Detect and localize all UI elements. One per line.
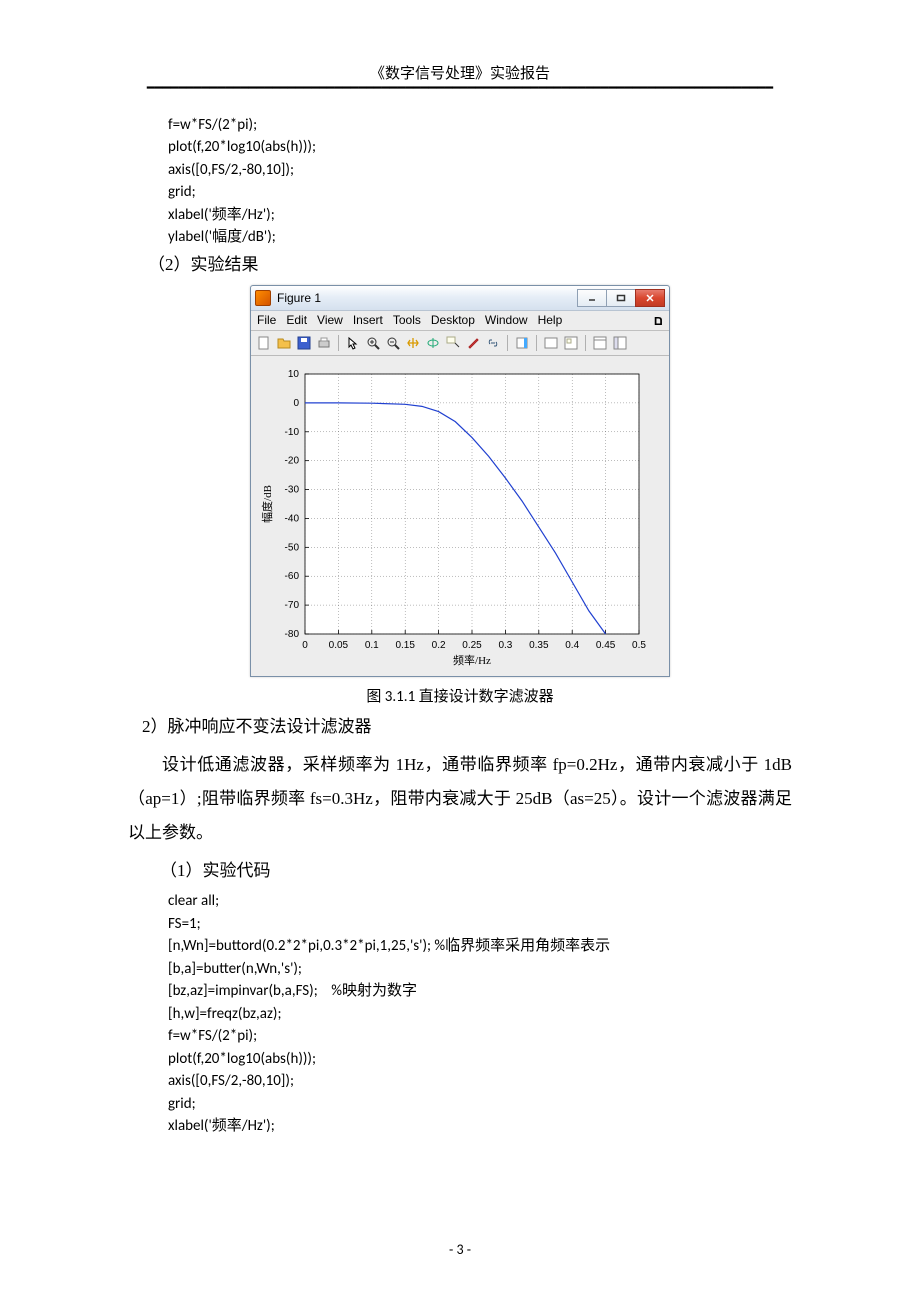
menu-help[interactable]: Help xyxy=(538,313,563,328)
menu-desktop[interactable]: Desktop xyxy=(431,313,475,328)
minimize-button[interactable] xyxy=(577,289,607,307)
code-line: grid; xyxy=(168,1093,792,1116)
maximize-button[interactable] xyxy=(606,289,636,307)
code-line: plot(f,20*log10(abs(h))); xyxy=(168,136,792,159)
svg-text:-40: -40 xyxy=(285,514,300,525)
open-folder-icon[interactable] xyxy=(275,334,293,352)
code-line: axis([0,FS/2,-80,10]); xyxy=(168,159,792,182)
svg-text:-20: -20 xyxy=(285,456,300,467)
hide-tools-icon[interactable] xyxy=(591,334,609,352)
header-rule: ━━━━━━━━━━━━━━━━━━━━━━━━━━━━━━━━━━━━━━━━… xyxy=(128,85,792,92)
print-icon[interactable] xyxy=(315,334,333,352)
paragraph-1: 设计低通滤波器，采样频率为 1Hz，通带临界频率 fp=0.2Hz，通带内衰减小… xyxy=(128,748,792,850)
code-line: [b,a]=butter(n,Wn,'s'); xyxy=(168,958,792,981)
plot-canvas[interactable]: 0 0.05 0.1 0.15 0.2 0.25 0.3 0.35 0.4 0.45 0.5 -80 -… xyxy=(251,356,669,676)
svg-text:0: 0 xyxy=(293,398,299,409)
svg-text:频率/Hz: 频率/Hz xyxy=(453,653,491,667)
chart-plot: 0 0.05 0.1 0.15 0.2 0.25 0.3 0.35 0.4 0.45 0.5 -80 -… xyxy=(257,364,653,670)
svg-text:0.1: 0.1 xyxy=(365,640,379,651)
show-tools-icon[interactable] xyxy=(611,334,629,352)
section-code-label: （1）实验代码 xyxy=(160,854,792,888)
svg-text:0: 0 xyxy=(302,640,308,651)
window-titlebar[interactable]: Figure 1 xyxy=(251,286,669,311)
toolbar-separator xyxy=(536,335,537,351)
code-line: f=w*FS/(2*pi); xyxy=(168,114,792,137)
pointer-icon[interactable] xyxy=(344,334,362,352)
menu-tools[interactable]: Tools xyxy=(393,313,421,328)
code-line: f=w*FS/(2*pi); xyxy=(168,1025,792,1048)
toolbar-separator xyxy=(507,335,508,351)
code-line: xlabel('频率/Hz'); xyxy=(168,204,792,227)
code-line: [bz,az]=impinvar(b,a,FS); %映射为数字 xyxy=(168,980,792,1003)
menu-insert[interactable]: Insert xyxy=(353,313,383,328)
menu-edit[interactable]: Edit xyxy=(286,313,307,328)
menubar: File Edit View Insert Tools Desktop Wind… xyxy=(251,311,669,331)
menu-window[interactable]: Window xyxy=(485,313,528,328)
svg-text:0.3: 0.3 xyxy=(498,640,512,651)
code-line: grid; xyxy=(168,181,792,204)
svg-text:0.5: 0.5 xyxy=(632,640,646,651)
save-icon[interactable] xyxy=(295,334,313,352)
new-file-icon[interactable] xyxy=(255,334,273,352)
svg-text:-50: -50 xyxy=(285,543,300,554)
svg-text:幅度/dB: 幅度/dB xyxy=(260,485,274,523)
code-block-2: clear all; FS=1; [n,Wn]=buttord(0.2*2*pi… xyxy=(168,890,792,1138)
svg-text:0.35: 0.35 xyxy=(529,640,549,651)
svg-text:-30: -30 xyxy=(285,485,300,496)
link-icon[interactable] xyxy=(484,334,502,352)
colorbar-icon[interactable] xyxy=(513,334,531,352)
toolbar xyxy=(251,331,669,356)
legend-icon[interactable] xyxy=(542,334,560,352)
page-header: 《数字信号处理》实验报告 xyxy=(128,62,792,83)
insert-axes-icon[interactable] xyxy=(562,334,580,352)
dock-toggle-icon[interactable]: ם xyxy=(654,313,663,328)
svg-text:-60: -60 xyxy=(285,572,300,583)
data-cursor-icon[interactable] xyxy=(444,334,462,352)
code-line: [n,Wn]=buttord(0.2*2*pi,0.3*2*pi,1,25,'s… xyxy=(168,935,792,958)
window-title: Figure 1 xyxy=(277,291,578,305)
page-number: - 3 - xyxy=(0,1241,920,1258)
svg-text:10: 10 xyxy=(288,369,300,380)
code-line: plot(f,20*log10(abs(h))); xyxy=(168,1048,792,1071)
svg-text:-10: -10 xyxy=(285,427,300,438)
code-line: axis([0,FS/2,-80,10]); xyxy=(168,1070,792,1093)
svg-text:-80: -80 xyxy=(285,629,300,640)
zoom-out-icon[interactable] xyxy=(384,334,402,352)
figure-caption: 图 3.1.1 直接设计数字滤波器 xyxy=(128,685,792,706)
section2-title: 2）脉冲响应不变法设计滤波器 xyxy=(142,710,792,744)
rotate3d-icon[interactable] xyxy=(424,334,442,352)
matlab-figure-window: Figure 1 File Edit View Insert Tools Des… xyxy=(250,285,670,677)
toolbar-separator xyxy=(585,335,586,351)
code-block-1: f=w*FS/(2*pi); plot(f,20*log10(abs(h)));… xyxy=(168,114,792,249)
pan-icon[interactable] xyxy=(404,334,422,352)
svg-text:-70: -70 xyxy=(285,601,300,612)
menu-view[interactable]: View xyxy=(317,313,343,328)
code-line: clear all; xyxy=(168,890,792,913)
section-result-label: （2）实验结果 xyxy=(148,251,792,280)
toolbar-separator xyxy=(338,335,339,351)
code-line: FS=1; xyxy=(168,913,792,936)
matlab-icon xyxy=(255,290,271,306)
menu-file[interactable]: File xyxy=(257,313,276,328)
close-button[interactable] xyxy=(635,289,665,307)
svg-text:0.4: 0.4 xyxy=(565,640,579,651)
svg-text:0.05: 0.05 xyxy=(329,640,349,651)
code-line: [h,w]=freqz(bz,az); xyxy=(168,1003,792,1026)
code-line: xlabel('频率/Hz'); xyxy=(168,1115,792,1138)
svg-text:0.2: 0.2 xyxy=(432,640,446,651)
svg-text:0.25: 0.25 xyxy=(462,640,482,651)
svg-text:0.45: 0.45 xyxy=(596,640,616,651)
code-line: ylabel('幅度/dB'); xyxy=(168,226,792,249)
svg-text:0.15: 0.15 xyxy=(395,640,415,651)
brush-icon[interactable] xyxy=(464,334,482,352)
zoom-in-icon[interactable] xyxy=(364,334,382,352)
